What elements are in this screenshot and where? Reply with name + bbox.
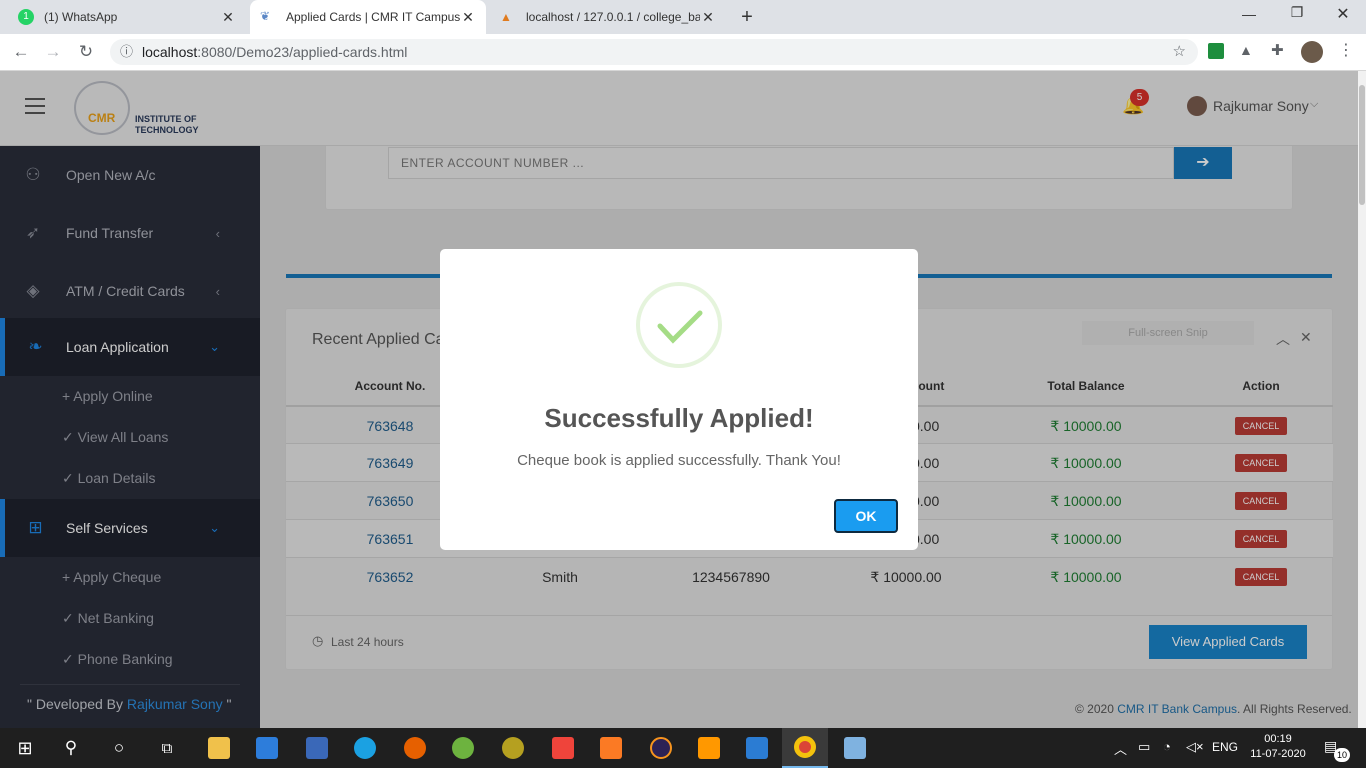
tab-title: localhost / 127.0.0.1 / college_ba — [526, 10, 700, 24]
notification-count-badge: 10 — [1334, 748, 1350, 762]
menu-kebab-icon[interactable]: ⋮ — [1338, 40, 1354, 60]
wifi-icon[interactable]: ◔ — [1163, 739, 1171, 754]
modal-title: Successfully Applied! — [544, 403, 814, 433]
spring-icon[interactable] — [440, 728, 486, 768]
back-icon[interactable]: ← — [10, 41, 32, 63]
new-tab-icon[interactable]: + — [736, 6, 758, 28]
close-window-icon[interactable]: ✕ — [1332, 4, 1354, 24]
forward-icon[interactable]: → — [42, 41, 64, 63]
vertical-scrollbar[interactable] — [1358, 71, 1366, 728]
restore-icon[interactable]: ❐ — [1286, 4, 1308, 21]
bookmark-star-icon[interactable]: ☆ — [1173, 39, 1186, 65]
devcpp-icon[interactable] — [294, 728, 340, 768]
language-indicator[interactable]: ENG — [1212, 740, 1238, 754]
firefox-icon[interactable] — [392, 728, 438, 768]
tab-phpmyadmin[interactable]: ▲ localhost / 127.0.0.1 / college_ba ✕ — [490, 0, 726, 34]
classroom-extension-icon[interactable] — [1208, 43, 1224, 59]
chrome-icon[interactable] — [782, 728, 828, 768]
cortana-icon[interactable]: ○ — [96, 728, 142, 768]
browser-tab-strip: 1 (1) WhatsApp ✕ ❦ Applied Cards | CMR I… — [0, 0, 1366, 34]
success-check-icon — [636, 282, 722, 368]
info-icon: ⓘ — [120, 44, 134, 59]
file-explorer-icon[interactable] — [196, 728, 242, 768]
url-host: localhost — [142, 44, 198, 60]
browser-toolbar: ← → ↻ ⓘ localhost:8080/Demo23/applied-ca… — [0, 34, 1366, 71]
tab-applied-cards[interactable]: ❦ Applied Cards | CMR IT Campus ✕ — [250, 0, 486, 34]
eclipse-icon[interactable] — [638, 728, 684, 768]
close-tab-icon[interactable]: ✕ — [700, 9, 716, 26]
modal-message: Cheque book is applied successfully. Tha… — [517, 452, 841, 469]
whatsapp-icon: 1 — [18, 9, 34, 25]
minimize-icon[interactable]: — — [1238, 6, 1260, 22]
reload-icon[interactable]: ↻ — [75, 41, 97, 63]
word-icon[interactable] — [734, 728, 780, 768]
clock[interactable]: 00:19 11-07-2020 — [1248, 732, 1308, 762]
success-modal: Successfully Applied! Cheque book is app… — [440, 249, 918, 550]
show-hidden-icons-icon[interactable]: ︿ — [1114, 739, 1127, 758]
url-path: :8080/Demo23/applied-cards.html — [197, 44, 408, 60]
store-icon[interactable] — [244, 728, 290, 768]
extensions-icon[interactable]: ✚ — [1271, 41, 1284, 59]
task-view-icon[interactable]: ⧉ — [144, 728, 190, 768]
sublime-icon[interactable] — [686, 728, 732, 768]
close-tab-icon[interactable]: ✕ — [460, 9, 476, 26]
windows-start-icon[interactable]: ⊞ — [2, 728, 48, 768]
tab-title: Applied Cards | CMR IT Campus — [286, 10, 460, 24]
drive-extension-icon[interactable]: ▲ — [1239, 42, 1253, 58]
address-field[interactable]: ⓘ localhost:8080/Demo23/applied-cards.ht… — [110, 39, 1198, 65]
scrollbar-thumb[interactable] — [1359, 85, 1365, 205]
battery-icon[interactable]: ▭ — [1138, 739, 1150, 755]
anydesk-icon[interactable] — [540, 728, 586, 768]
notepad-icon[interactable] — [832, 728, 878, 768]
profile-avatar[interactable] — [1301, 41, 1323, 63]
phpmyadmin-icon: ▲ — [500, 10, 512, 24]
tab-title: (1) WhatsApp — [44, 10, 118, 24]
volume-icon[interactable]: ◁× — [1186, 739, 1204, 755]
clock-time: 00:19 — [1264, 733, 1292, 745]
windows-taskbar: ⊞ ⚲ ○ ⧉ ︿ ▭ ◔ ◁× ENG 00:19 11-07-2020 ▤ … — [0, 728, 1366, 768]
search-icon[interactable]: ⚲ — [48, 728, 94, 768]
close-tab-icon[interactable]: ✕ — [220, 9, 236, 26]
edge-icon[interactable] — [342, 728, 388, 768]
ok-button[interactable]: OK — [834, 499, 898, 533]
cmr-favicon-icon: ❦ — [260, 9, 271, 23]
app-icon[interactable] — [490, 728, 536, 768]
tab-whatsapp[interactable]: 1 (1) WhatsApp ✕ — [8, 0, 246, 34]
clock-date: 11-07-2020 — [1250, 748, 1306, 760]
xampp-icon[interactable] — [588, 728, 634, 768]
